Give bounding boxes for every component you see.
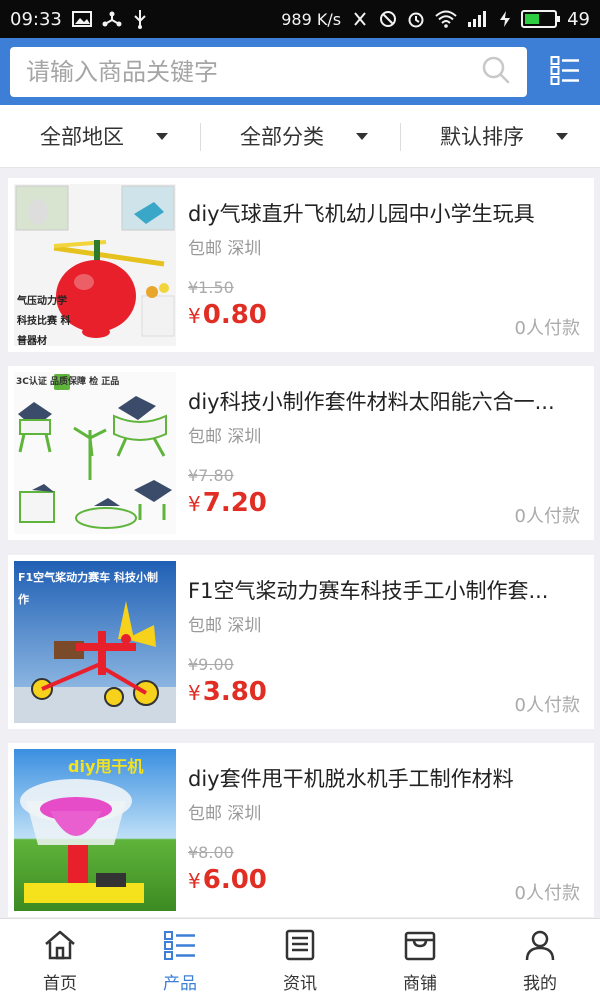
product-meta: 包邮 深圳 xyxy=(188,804,262,824)
nav-news-label: 资讯 xyxy=(283,974,317,994)
product-grid-icon xyxy=(163,929,197,965)
caret-down-icon xyxy=(156,132,168,140)
user-icon xyxy=(523,929,557,965)
charging-icon xyxy=(499,10,511,28)
currency-symbol: ¥ xyxy=(188,304,201,328)
news-icon xyxy=(283,929,317,965)
product-info: diy气球直升飞机幼儿园中小学生玩具 包邮 深圳 ¥1.50 ¥0.80 0人付… xyxy=(182,178,594,352)
sale-price: ¥7.20 xyxy=(188,488,267,518)
thumbnail-caption: diy甩干机 xyxy=(68,757,144,776)
filter-bar: 全部地区 全部分类 默认排序 xyxy=(0,105,600,168)
filter-region-label: 全部地区 xyxy=(40,125,124,149)
product-info: diy套件甩干机脱水机手工制作材料 包邮 深圳 ¥8.00 ¥6.00 0人付款 xyxy=(182,743,594,917)
filter-category-label: 全部分类 xyxy=(240,125,324,149)
price-value: 7.20 xyxy=(202,488,267,518)
image-icon xyxy=(71,11,92,27)
nav-news[interactable]: 资讯 xyxy=(240,919,360,1000)
sold-count: 0人付款 xyxy=(514,318,580,339)
sale-price: ¥6.00 xyxy=(188,865,267,895)
product-meta: 包邮 深圳 xyxy=(188,239,262,259)
product-card[interactable]: F1空气桨动力赛车 科技小制作 F1空气桨动力赛车科技手工小制作套... 包邮 … xyxy=(8,555,594,729)
price-value: 6.00 xyxy=(202,865,267,895)
mute-icon xyxy=(379,10,397,28)
search-input[interactable] xyxy=(26,57,481,86)
currency-symbol: ¥ xyxy=(188,681,201,705)
home-icon xyxy=(43,929,77,965)
product-title[interactable]: F1空气桨动力赛车科技手工小制作套... xyxy=(188,575,578,605)
product-thumbnail[interactable]: diy甩干机 xyxy=(14,749,176,911)
filter-sort-label: 默认排序 xyxy=(440,125,524,149)
product-meta: 包邮 深圳 xyxy=(188,427,262,447)
product-info: diy科技小制作套件材料太阳能六合一... 包邮 深圳 ¥7.80 ¥7.20 … xyxy=(182,366,594,540)
nav-products[interactable]: 产品 xyxy=(120,919,240,1000)
filter-category[interactable]: 全部分类 xyxy=(200,105,400,167)
currency-symbol: ¥ xyxy=(188,869,201,893)
original-price: ¥7.80 xyxy=(188,466,234,485)
thumbnail-caption: F1空气桨动力赛车 科技小制作 xyxy=(18,571,158,606)
sold-count: 0人付款 xyxy=(514,506,580,527)
product-title[interactable]: diy套件甩干机脱水机手工制作材料 xyxy=(188,763,578,793)
wifi-icon xyxy=(435,10,457,28)
original-price: ¥1.50 xyxy=(188,278,234,297)
nav-mine[interactable]: 我的 xyxy=(480,919,600,1000)
filter-region[interactable]: 全部地区 xyxy=(0,105,200,167)
share-icon xyxy=(102,10,122,28)
price-value: 3.80 xyxy=(202,677,267,707)
header xyxy=(0,38,600,105)
network-speed: 989 K/s xyxy=(281,9,342,29)
product-card[interactable]: 3C认证 品质保障 检 正品 diy科技小制作套件材料太阳能六合一... 包邮 … xyxy=(8,366,594,540)
store-icon xyxy=(403,929,437,965)
list-menu-icon xyxy=(550,55,580,89)
nav-home[interactable]: 首页 xyxy=(0,919,120,1000)
nav-home-label: 首页 xyxy=(43,974,77,994)
signal-icon xyxy=(467,10,489,28)
search-icon[interactable] xyxy=(481,55,511,89)
search-box[interactable] xyxy=(10,46,527,97)
price-value: 0.80 xyxy=(202,300,267,330)
original-price: ¥9.00 xyxy=(188,655,234,674)
product-meta: 包邮 深圳 xyxy=(188,616,262,636)
thumbnail-caption: 3C认证 品质保障 检 正品 xyxy=(16,377,120,387)
product-title[interactable]: diy气球直升飞机幼儿园中小学生玩具 xyxy=(188,198,578,228)
currency-symbol: ¥ xyxy=(188,492,201,516)
bottom-nav: 首页 产品 资讯 商铺 我的 xyxy=(0,918,600,1000)
usb-icon xyxy=(132,9,148,29)
caret-down-icon xyxy=(356,132,368,140)
sold-count: 0人付款 xyxy=(514,883,580,904)
list-menu-button[interactable] xyxy=(541,47,590,97)
caret-down-icon xyxy=(556,132,568,140)
battery-level: 49 xyxy=(567,8,590,30)
product-thumbnail[interactable]: F1空气桨动力赛车 科技小制作 xyxy=(14,561,176,723)
status-time: 09:33 xyxy=(10,8,62,30)
product-thumbnail[interactable]: 气压动力学 科技比赛 科普器材 xyxy=(14,184,176,346)
nav-store[interactable]: 商铺 xyxy=(360,919,480,1000)
status-bar: 09:33 989 K/s 49 xyxy=(0,0,600,38)
alarm-icon xyxy=(407,10,425,28)
sale-price: ¥0.80 xyxy=(188,300,267,330)
original-price: ¥8.00 xyxy=(188,843,234,862)
nav-store-label: 商铺 xyxy=(403,974,437,994)
product-title[interactable]: diy科技小制作套件材料太阳能六合一... xyxy=(188,386,578,416)
battery-icon xyxy=(521,10,561,28)
nav-mine-label: 我的 xyxy=(523,974,557,994)
silent-icon xyxy=(351,10,369,28)
nav-products-label: 产品 xyxy=(163,974,197,994)
product-list: 气压动力学 科技比赛 科普器材 diy气球直升飞机幼儿园中小学生玩具 包邮 深圳… xyxy=(0,168,600,918)
filter-sort[interactable]: 默认排序 xyxy=(400,105,600,167)
sale-price: ¥3.80 xyxy=(188,677,267,707)
thumbnail-caption: 气压动力学 科技比赛 科普器材 xyxy=(17,296,71,346)
product-info: F1空气桨动力赛车科技手工小制作套... 包邮 深圳 ¥9.00 ¥3.80 0… xyxy=(182,555,594,729)
product-thumbnail[interactable]: 3C认证 品质保障 检 正品 xyxy=(14,372,176,534)
product-card[interactable]: 气压动力学 科技比赛 科普器材 diy气球直升飞机幼儿园中小学生玩具 包邮 深圳… xyxy=(8,178,594,352)
product-card[interactable]: diy甩干机 diy套件甩干机脱水机手工制作材料 包邮 深圳 ¥8.00 ¥6.… xyxy=(8,743,594,917)
sold-count: 0人付款 xyxy=(514,695,580,716)
